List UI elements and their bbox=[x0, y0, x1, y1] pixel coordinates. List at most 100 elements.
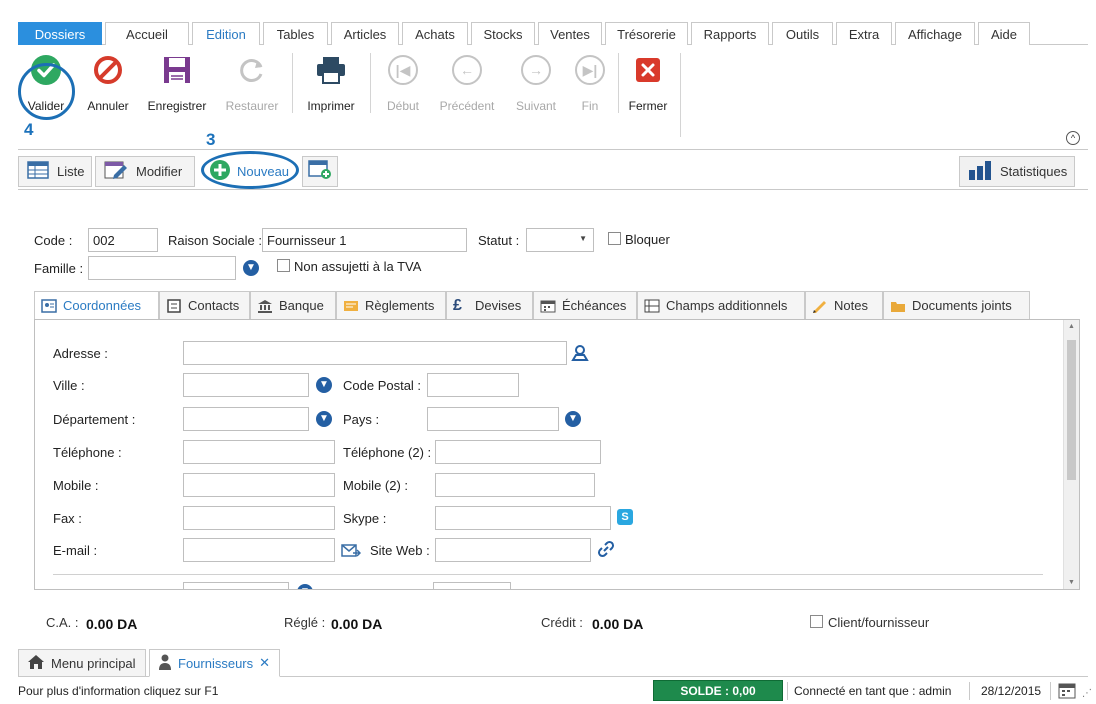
menu-tab-ventes[interactable]: Ventes bbox=[538, 22, 602, 45]
tab-devises[interactable]: £ Devises bbox=[446, 291, 533, 320]
ville-lookup-icon[interactable]: ▼ bbox=[316, 377, 332, 393]
ville-input[interactable] bbox=[183, 373, 309, 397]
adresse-label: Adresse : bbox=[53, 346, 108, 361]
tab-echeances[interactable]: Échéances bbox=[533, 291, 637, 320]
code-input[interactable] bbox=[88, 228, 158, 252]
menu-tab-edition[interactable]: Edition bbox=[192, 22, 260, 46]
menu-tab-dossiers[interactable]: Dossiers bbox=[18, 22, 102, 45]
tab-reglements[interactable]: Règlements bbox=[336, 291, 446, 320]
partial-input-right[interactable] bbox=[433, 582, 511, 589]
bloquer-checkbox[interactable] bbox=[608, 232, 621, 245]
suivant-button[interactable]: → Suivant bbox=[508, 53, 564, 113]
skype-input[interactable] bbox=[435, 506, 611, 530]
menu-tab-stocks[interactable]: Stocks bbox=[471, 22, 535, 45]
fermer-button[interactable]: Fermer bbox=[624, 53, 672, 113]
payment-icon bbox=[343, 299, 359, 313]
scroll-up-icon[interactable]: ▲ bbox=[1068, 323, 1075, 330]
departement-lookup-icon[interactable]: ▼ bbox=[316, 411, 332, 427]
precedent-button[interactable]: ← Précédent bbox=[434, 53, 500, 113]
partial-lookup-icon[interactable]: ▼ bbox=[297, 584, 313, 589]
telephone2-input[interactable] bbox=[435, 440, 601, 464]
client-fournisseur-label: Client/fournisseur bbox=[828, 615, 930, 630]
tab-notes-label: Notes bbox=[834, 298, 868, 313]
tab-documents-joints[interactable]: Documents joints bbox=[883, 291, 1030, 320]
menu-tab-accueil[interactable]: Accueil bbox=[105, 22, 189, 45]
menu-tab-tables[interactable]: Tables bbox=[263, 22, 328, 45]
enregistrer-button[interactable]: Enregistrer bbox=[142, 53, 212, 113]
menu-tab-outils[interactable]: Outils bbox=[772, 22, 833, 45]
fin-button[interactable]: ▶| Fin bbox=[570, 53, 610, 113]
client-fournisseur-checkbox[interactable] bbox=[810, 615, 823, 628]
menu-tab-achats[interactable]: Achats bbox=[402, 22, 468, 45]
ribbon-toolbar: Valider Annuler Enregistrer Restaurer Im… bbox=[18, 45, 1088, 150]
email-input[interactable] bbox=[183, 538, 335, 562]
annuler-button[interactable]: Annuler bbox=[82, 53, 134, 113]
currency-pound-icon: £ bbox=[453, 296, 462, 314]
coordonnees-panel: Adresse : Ville : ▼ Code Postal : Départ… bbox=[34, 319, 1080, 590]
regle-label: Réglé : bbox=[284, 615, 326, 630]
tab-menu-principal[interactable]: Menu principal bbox=[18, 649, 146, 677]
mobile2-input[interactable] bbox=[435, 473, 595, 497]
raison-sociale-input[interactable] bbox=[262, 228, 467, 252]
tab-banque-label: Banque bbox=[279, 298, 324, 313]
tab-fournisseurs[interactable]: Fournisseurs ✕ bbox=[149, 649, 280, 677]
adresse-input[interactable] bbox=[183, 341, 567, 365]
tab-banque[interactable]: Banque bbox=[250, 291, 336, 320]
departement-input[interactable] bbox=[183, 407, 309, 431]
modifier-button[interactable]: Modifier bbox=[95, 156, 195, 187]
scroll-down-icon[interactable]: ▼ bbox=[1068, 579, 1075, 586]
calendar-icon bbox=[540, 299, 556, 313]
menu-tab-extra[interactable]: Extra bbox=[836, 22, 892, 45]
calendar-icon[interactable] bbox=[1058, 682, 1076, 702]
edit-icon bbox=[104, 160, 128, 183]
status-bar: Pour plus d'information cliquez sur F1 S… bbox=[0, 678, 1096, 704]
pays-input[interactable] bbox=[427, 407, 559, 431]
famille-label: Famille : bbox=[34, 261, 84, 276]
menu-tab-articles[interactable]: Articles bbox=[331, 22, 399, 45]
debut-button[interactable]: |◀ Début bbox=[380, 53, 426, 113]
tab-coordonnees[interactable]: Coordonnées bbox=[34, 291, 159, 320]
menu-tab-rapports[interactable]: Rapports bbox=[691, 22, 769, 45]
tva-checkbox[interactable] bbox=[277, 259, 290, 272]
refresh-icon bbox=[235, 53, 269, 87]
tab-champs-additionnels[interactable]: Champs additionnels bbox=[637, 291, 805, 320]
collapse-ribbon-icon[interactable]: ^ bbox=[1066, 131, 1080, 145]
previous-icon: ← bbox=[450, 53, 484, 87]
statut-select[interactable]: ▼ bbox=[526, 228, 594, 252]
imprimer-button[interactable]: Imprimer bbox=[302, 53, 360, 113]
restaurer-button[interactable]: Restaurer bbox=[222, 53, 282, 113]
notes-pencil-icon bbox=[812, 299, 828, 313]
partial-input-left[interactable] bbox=[183, 582, 289, 589]
send-mail-icon[interactable] bbox=[341, 541, 362, 562]
telephone-input[interactable] bbox=[183, 440, 335, 464]
pays-lookup-icon[interactable]: ▼ bbox=[565, 411, 581, 427]
statistiques-button[interactable]: Statistiques bbox=[959, 156, 1075, 187]
last-record-icon: ▶| bbox=[573, 53, 607, 87]
code-postal-input[interactable] bbox=[427, 373, 519, 397]
tab-contacts[interactable]: Contacts bbox=[159, 291, 250, 320]
fax-input[interactable] bbox=[183, 506, 335, 530]
scrollbar-thumb[interactable] bbox=[1067, 340, 1076, 480]
duplicate-button[interactable] bbox=[302, 156, 338, 187]
menu-tab-aide[interactable]: Aide bbox=[978, 22, 1030, 45]
credit-value: 0.00 DA bbox=[592, 616, 644, 632]
menu-tab-affichage[interactable]: Affichage bbox=[895, 22, 975, 45]
vertical-scrollbar[interactable]: ▲ ▼ bbox=[1063, 320, 1079, 589]
contacts-icon bbox=[166, 298, 182, 313]
close-tab-icon[interactable]: ✕ bbox=[259, 655, 270, 671]
skype-icon[interactable]: S bbox=[617, 509, 633, 525]
link-icon[interactable] bbox=[597, 540, 615, 561]
resize-grip-icon[interactable]: ⋰ bbox=[1082, 688, 1092, 699]
famille-lookup-icon[interactable]: ▼ bbox=[243, 260, 259, 276]
map-user-icon[interactable] bbox=[571, 344, 589, 365]
menu-tab-tresorerie[interactable]: Trésorerie bbox=[605, 22, 688, 45]
skype-label: Skype : bbox=[343, 511, 387, 526]
siteweb-input[interactable] bbox=[435, 538, 591, 562]
user-icon bbox=[158, 654, 172, 673]
tab-notes[interactable]: Notes bbox=[805, 291, 883, 320]
famille-input[interactable] bbox=[88, 256, 236, 280]
suivant-label: Suivant bbox=[515, 99, 557, 113]
detail-tabs: Coordonnées Contacts Banque Règlements £… bbox=[34, 291, 1084, 320]
mobile-input[interactable] bbox=[183, 473, 335, 497]
liste-button[interactable]: Liste bbox=[18, 156, 92, 187]
